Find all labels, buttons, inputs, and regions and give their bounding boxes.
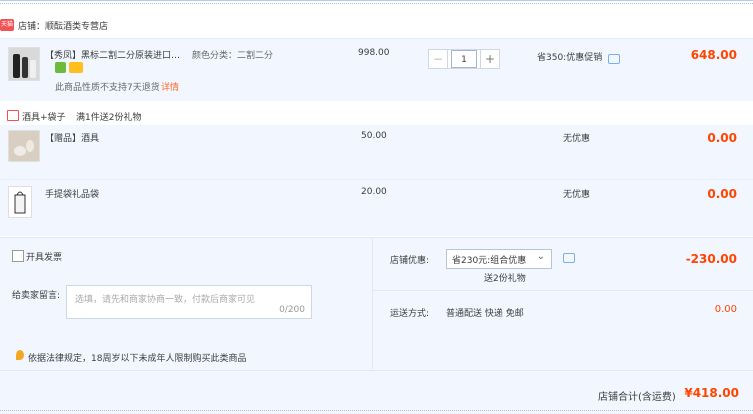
gift-combo-rule: 满1件送2份礼物 — [76, 113, 142, 123]
gift-combo-label: 酒具+袋子 — [22, 113, 66, 123]
product-spec: 颜色分类：二割二分 — [192, 51, 274, 61]
top-border — [0, 0, 753, 1]
gift-title[interactable]: 【赠品】酒具 — [45, 131, 99, 144]
shop-total-amount: ¥418.00 — [684, 386, 739, 400]
discount-amount: -230.00 — [685, 252, 737, 266]
invoice-checkbox[interactable] — [12, 250, 24, 262]
shop-name[interactable]: 店铺：顺酝酒类专营店 — [18, 19, 108, 32]
gift-icon — [7, 110, 19, 121]
unit-price: 998.00 — [358, 48, 390, 58]
gift-title[interactable]: 手提袋礼品袋 — [45, 187, 99, 200]
message-label: 给卖家留言: — [12, 291, 61, 301]
promo-text: 无优惠 — [563, 190, 591, 200]
location-pin-icon — [16, 350, 24, 360]
shipping-label: 运送方式: — [390, 309, 430, 319]
invoice-label[interactable]: 开具发票 — [26, 250, 62, 263]
promo-text: 无优惠 — [563, 134, 591, 144]
bottom-dotted-divider — [0, 410, 753, 411]
sake-bottles-image — [9, 48, 39, 80]
section-divider — [372, 237, 373, 369]
seller-message-textarea[interactable]: 选填，请先和商家协商一致，付款后商家可见 0/200 — [66, 285, 312, 319]
product-thumbnail[interactable] — [8, 186, 32, 218]
product-title[interactable]: 【秀凤】黑标二割二分原装进口… — [45, 48, 180, 61]
increase-quantity-button[interactable]: + — [480, 50, 499, 68]
item-subtotal: 648.00 — [690, 48, 737, 62]
unit-price: 50.00 — [361, 131, 387, 141]
section-divider — [373, 290, 753, 291]
decrease-quantity-button[interactable]: − — [429, 50, 448, 68]
promo-text: 省350:优惠促销 — [537, 53, 603, 63]
quantity-stepper: − 1 + — [428, 49, 500, 69]
sake-set-image — [9, 131, 39, 161]
chat-bubble-icon[interactable] — [563, 253, 575, 263]
chevron-down-icon: ⌄ — [536, 251, 545, 262]
item-subtotal: 0.00 — [707, 187, 737, 201]
product-thumbnail[interactable] — [8, 130, 40, 162]
top-dotted-divider — [0, 3, 753, 4]
chat-bubble-icon[interactable] — [608, 54, 620, 64]
shipping-method: 普通配送 快递 免邮 — [446, 309, 524, 319]
return-policy-details-link[interactable]: 详情 — [161, 80, 179, 93]
item-subtotal: 0.00 — [707, 131, 737, 145]
shipping-fee: 0.00 — [714, 304, 737, 315]
credit-card-icon — [69, 62, 83, 73]
shop-discount-label: 店铺优惠: — [390, 256, 430, 266]
gift-bag-image — [9, 187, 31, 217]
product-thumbnail[interactable] — [8, 47, 40, 81]
message-placeholder: 选填，请先和商家协商一致，付款后商家可见 — [75, 295, 256, 305]
guarantee-icon — [55, 62, 66, 73]
return-policy-note: 此商品性质不支持7天退货 — [55, 83, 160, 93]
unit-price: 20.00 — [361, 187, 387, 197]
quantity-input[interactable]: 1 — [451, 50, 477, 68]
discount-gift-note: 送2份礼物 — [484, 274, 526, 284]
tmall-badge-icon: 天猫 — [0, 19, 14, 31]
shop-total-label: 店铺合计(含运费) — [598, 392, 676, 403]
message-char-count: 0/200 — [279, 305, 305, 315]
selected-discount: 省230元:组合优惠 — [452, 256, 527, 266]
shop-discount-select[interactable]: 省230元:组合优惠 ⌄ — [446, 249, 552, 269]
legal-notice: 依据法律规定，18周岁以下未成年人限制购买此类商品 — [28, 354, 247, 364]
